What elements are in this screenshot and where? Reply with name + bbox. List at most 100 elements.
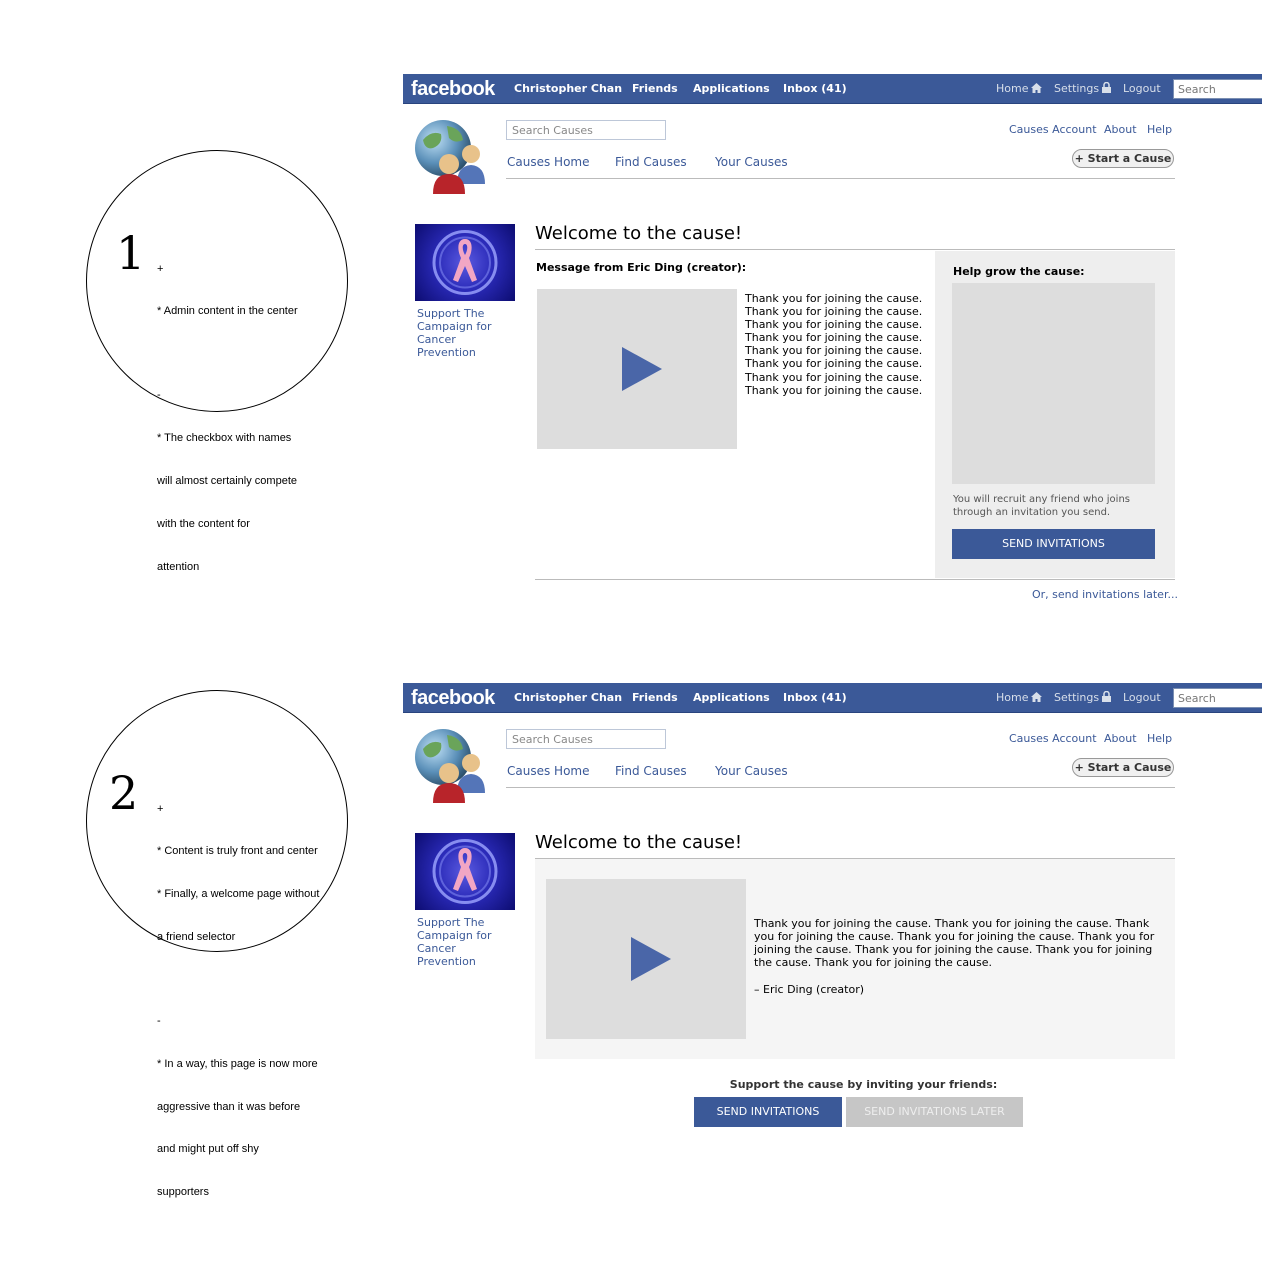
message-heading: Message from Eric Ding (creator): xyxy=(536,261,747,274)
search-causes-input[interactable]: Search Causes xyxy=(506,729,666,749)
creator-message: Thank you for joining the cause. Thank y… xyxy=(745,292,930,397)
nav-logout-link[interactable]: Logout xyxy=(1123,82,1161,95)
tab-find-causes[interactable]: Find Causes xyxy=(615,764,687,778)
annotation-line: will almost certainly compete xyxy=(157,474,297,487)
creator-signature: – Eric Ding (creator) xyxy=(754,983,865,996)
nav-applications-link[interactable]: Applications xyxy=(693,691,770,704)
message-line: Thank you for joining the cause. xyxy=(745,292,923,305)
nav-home-link[interactable]: Home xyxy=(996,691,1043,704)
message-line: Thank you for joining the cause. xyxy=(745,383,923,397)
annotation-notes-2: + * Content is truly front and center * … xyxy=(157,773,319,1214)
cause-name-link[interactable]: Support The Campaign for Cancer Preventi… xyxy=(417,916,513,968)
nav-applications-link[interactable]: Applications xyxy=(693,82,770,95)
friend-selector-placeholder[interactable] xyxy=(952,283,1155,484)
send-invitations-button[interactable]: SEND INVITATIONS xyxy=(952,529,1155,559)
about-link[interactable]: About xyxy=(1104,123,1137,136)
facebook-top-bar: facebook Christopher Chan Friends Applic… xyxy=(403,683,1262,713)
annotation-line: and might put off shy xyxy=(157,1143,259,1156)
annotation-line: * Admin content in the center xyxy=(157,305,298,318)
home-icon xyxy=(1031,692,1043,702)
annotation-line: attention xyxy=(157,560,200,573)
welcome-title: Welcome to the cause! xyxy=(535,223,743,244)
help-link[interactable]: Help xyxy=(1147,732,1172,745)
message-line: Thank you for joining the cause. xyxy=(745,318,923,332)
annotation-number-1: 1 xyxy=(116,226,146,280)
recruit-note: You will recruit any friend who joins th… xyxy=(953,494,1131,518)
nav-friends-link[interactable]: Friends xyxy=(632,82,678,95)
header-divider xyxy=(506,787,1175,788)
help-link[interactable]: Help xyxy=(1147,123,1172,136)
annotation-line: - xyxy=(157,388,161,401)
help-grow-heading: Help grow the cause: xyxy=(953,265,1085,278)
start-a-cause-button[interactable]: + Start a Cause xyxy=(1072,758,1174,777)
home-icon xyxy=(1031,83,1043,93)
video-player[interactable] xyxy=(546,879,746,1039)
start-a-cause-button[interactable]: + Start a Cause xyxy=(1072,149,1174,168)
tab-find-causes[interactable]: Find Causes xyxy=(615,155,687,169)
message-line: Thank you for joining the cause. xyxy=(745,344,923,358)
tab-causes-home[interactable]: Causes Home xyxy=(507,764,589,778)
lock-icon xyxy=(1102,82,1112,93)
send-later-link[interactable]: Or, send invitations later... xyxy=(1032,588,1178,601)
annotation-notes-1: + * Admin content in the center - * The … xyxy=(157,233,298,588)
annotation-line xyxy=(157,973,319,985)
nav-home-label: Home xyxy=(996,691,1029,704)
send-invitations-button[interactable]: SEND INVITATIONS xyxy=(694,1097,842,1127)
nav-inbox-link[interactable]: Inbox (41) xyxy=(783,82,847,95)
nav-friends-link[interactable]: Friends xyxy=(632,691,678,704)
nav-settings-label: Settings xyxy=(1054,82,1100,95)
nav-inbox-link[interactable]: Inbox (41) xyxy=(783,691,847,704)
video-player[interactable] xyxy=(537,289,737,449)
cause-image[interactable] xyxy=(415,833,515,910)
play-icon[interactable] xyxy=(631,937,671,981)
cause-image[interactable] xyxy=(415,224,515,301)
annotation-line: + xyxy=(157,802,164,815)
about-link[interactable]: About xyxy=(1104,732,1137,745)
nav-logout-link[interactable]: Logout xyxy=(1123,691,1161,704)
start-a-cause-label: Start a Cause xyxy=(1087,761,1172,774)
tab-your-causes[interactable]: Your Causes xyxy=(715,764,788,778)
message-line: Thank you for joining the cause. xyxy=(745,305,923,319)
causes-globe-people-icon xyxy=(415,729,485,803)
causes-account-link[interactable]: Causes Account xyxy=(1009,123,1097,136)
causes-globe-people-icon xyxy=(415,120,485,194)
creator-message: Thank you for joining the cause. Thank y… xyxy=(754,917,1155,970)
header-divider xyxy=(506,178,1175,179)
welcome-title: Welcome to the cause! xyxy=(535,832,743,853)
nav-settings-link[interactable]: Settings xyxy=(1054,691,1112,704)
facebook-search-input[interactable]: Search xyxy=(1173,79,1262,99)
causes-account-link[interactable]: Causes Account xyxy=(1009,732,1097,745)
send-invitations-later-button[interactable]: SEND INVITATIONS LATER xyxy=(846,1097,1023,1127)
tab-your-causes[interactable]: Your Causes xyxy=(715,155,788,169)
annotation-line: * Finally, a welcome page without xyxy=(157,888,320,901)
annotation-line: supporters xyxy=(157,1186,209,1199)
lock-icon xyxy=(1102,691,1112,702)
facebook-logo[interactable]: facebook xyxy=(411,687,495,710)
annotation-line: a friend selector xyxy=(157,931,236,944)
plus-icon: + xyxy=(1074,761,1088,774)
awareness-ribbon-icon xyxy=(432,839,498,904)
annotation-line: * In a way, this page is now more xyxy=(157,1057,318,1070)
nav-settings-link[interactable]: Settings xyxy=(1054,82,1112,95)
facebook-logo[interactable]: facebook xyxy=(411,78,495,101)
message-line: Thank you for joining the cause. xyxy=(745,357,923,371)
annotation-line: - xyxy=(157,1014,161,1027)
annotation-line: aggressive than it was before xyxy=(157,1100,301,1113)
awareness-ribbon-icon xyxy=(432,230,498,295)
annotation-line: * Content is truly front and center xyxy=(157,845,318,858)
tab-causes-home[interactable]: Causes Home xyxy=(507,155,589,169)
nav-profile-link[interactable]: Christopher Chan xyxy=(514,691,622,704)
cause-name-link[interactable]: Support The Campaign for Cancer Preventi… xyxy=(417,307,513,359)
annotation-line xyxy=(157,347,298,359)
nav-home-label: Home xyxy=(996,82,1029,95)
play-icon[interactable] xyxy=(622,347,662,391)
annotation-number-2: 2 xyxy=(109,766,139,820)
nav-home-link[interactable]: Home xyxy=(996,82,1043,95)
search-causes-input[interactable]: Search Causes xyxy=(506,120,666,140)
facebook-top-bar: facebook Christopher Chan Friends Applic… xyxy=(403,74,1262,104)
nav-profile-link[interactable]: Christopher Chan xyxy=(514,82,622,95)
facebook-search-input[interactable]: Search xyxy=(1173,688,1262,708)
nav-settings-label: Settings xyxy=(1054,691,1100,704)
annotation-line: with the content for xyxy=(157,517,250,530)
message-line: Thank you for joining the cause. xyxy=(745,370,923,384)
